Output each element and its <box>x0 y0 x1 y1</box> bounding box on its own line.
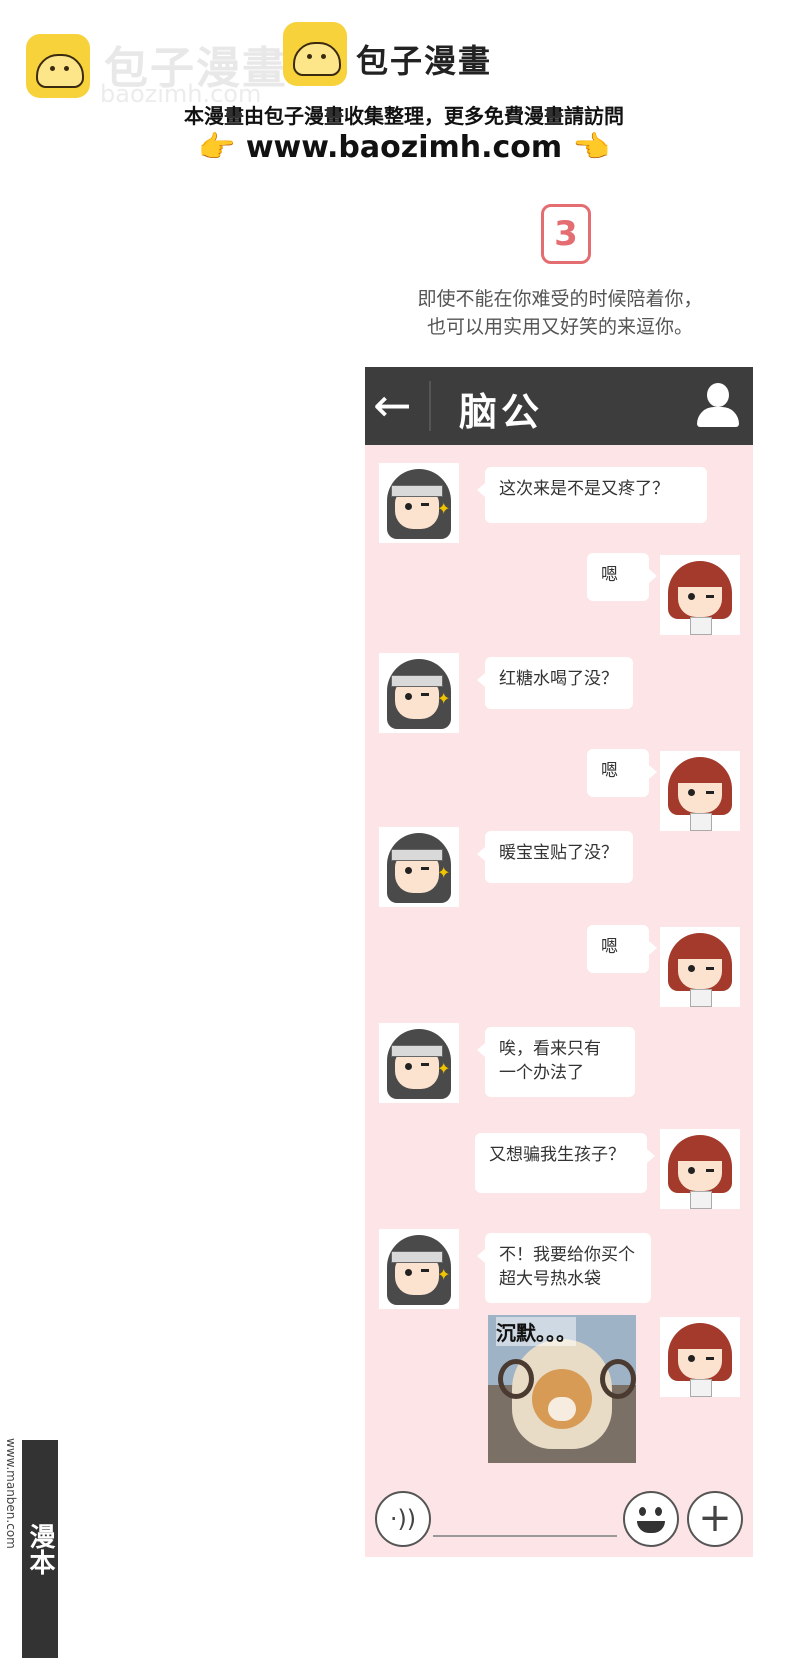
baozi-logo-icon <box>26 34 90 98</box>
watermark-brand: 包子漫畫 <box>356 42 493 80</box>
boyfriend-avatar[interactable]: ✦ <box>379 1023 459 1103</box>
watermark-tagline: 本漫畫由包子漫畫收集整理，更多免費漫畫請訪問 <box>184 104 624 128</box>
voice-input-icon[interactable]: ·)) <box>375 1491 431 1547</box>
watermark-url-line: 👉 www.baozimh.com 👈 <box>0 130 808 165</box>
sticker-caption: 沉默。。。 <box>496 1317 576 1346</box>
step-text-line-2: 也可以用实用又好笑的来逗你。 <box>426 316 693 338</box>
message-bubble-sent[interactable]: 嗯 <box>587 749 657 797</box>
message-line: 不！我要给你买个 <box>499 1245 635 1265</box>
message-line: 一个办法了 <box>499 1063 584 1083</box>
side-watermark: www.manben.com 漫本 <box>2 1438 60 1662</box>
girlfriend-avatar[interactable] <box>660 927 740 1007</box>
chat-top-bar: ← 脑公 <box>365 367 753 445</box>
girlfriend-avatar[interactable] <box>660 751 740 831</box>
step-number-badge: 3 <box>541 204 591 264</box>
pointing-left-icon: 👈 <box>572 130 610 165</box>
message-bubble-received[interactable]: 不！我要给你买个 超大号热水袋 <box>477 1233 651 1303</box>
back-arrow-icon[interactable]: ← <box>373 377 412 433</box>
message-line: 唉，看来只有 <box>499 1039 601 1059</box>
watermark-url[interactable]: www.baozimh.com <box>246 130 562 165</box>
message-input-field[interactable] <box>433 1535 617 1537</box>
chat-input-bar: ·)) + <box>365 1473 753 1557</box>
chat-title: 脑公 <box>459 390 544 434</box>
message-bubble-sent[interactable]: 又想骗我生孩子？ <box>475 1133 655 1193</box>
boyfriend-avatar[interactable]: ✦ <box>379 827 459 907</box>
emoji-smiley-icon[interactable] <box>623 1491 679 1547</box>
pointing-right-icon: 👉 <box>198 130 236 165</box>
chat-screen: ← 脑公 ✦ 这次来是不是又疼了？ 嗯 ✦ 红糖水喝了没？ 嗯 ✦ 暖宝宝贴了没… <box>365 367 753 1557</box>
message-bubble-received[interactable]: 这次来是不是又疼了？ <box>477 467 707 523</box>
girlfriend-avatar[interactable] <box>660 1317 740 1397</box>
message-line: 超大号热水袋 <box>499 1269 601 1289</box>
boyfriend-avatar[interactable]: ✦ <box>379 653 459 733</box>
baozi-brand-icon <box>283 22 347 86</box>
boyfriend-avatar[interactable]: ✦ <box>379 1229 459 1309</box>
add-attachment-icon[interactable]: + <box>687 1491 743 1547</box>
sticker-image-sheep-dog[interactable]: 沉默。。。 <box>488 1315 636 1463</box>
contact-profile-icon[interactable] <box>695 383 741 429</box>
side-watermark-url: www.manben.com <box>4 1438 18 1549</box>
side-watermark-logo: 漫本 <box>22 1440 58 1658</box>
girlfriend-avatar[interactable] <box>660 555 740 635</box>
boyfriend-avatar[interactable]: ✦ <box>379 463 459 543</box>
message-bubble-received[interactable]: 唉，看来只有 一个办法了 <box>477 1027 635 1097</box>
message-bubble-received[interactable]: 红糖水喝了没？ <box>477 657 633 709</box>
girlfriend-avatar[interactable] <box>660 1129 740 1209</box>
message-bubble-sent[interactable]: 嗯 <box>587 553 657 601</box>
message-bubble-received[interactable]: 暖宝宝贴了没？ <box>477 831 633 883</box>
top-bar-divider <box>429 381 431 431</box>
step-text-line-1: 即使不能在你难受的时候陪着你， <box>417 288 703 310</box>
message-bubble-sent[interactable]: 嗯 <box>587 925 657 973</box>
